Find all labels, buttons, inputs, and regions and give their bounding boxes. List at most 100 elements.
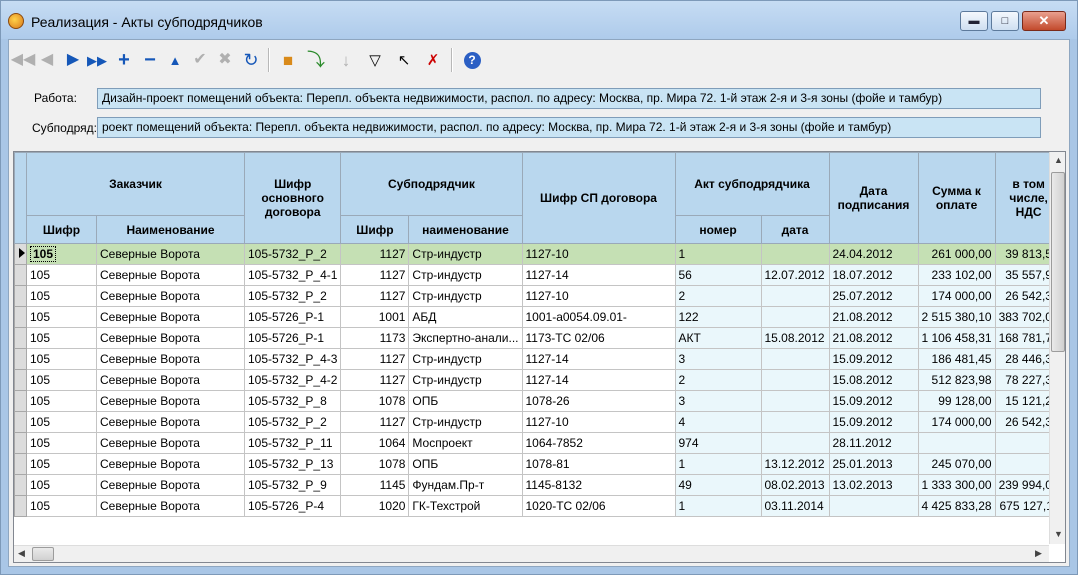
cell-akt-data[interactable]: 15.08.2012 — [760, 327, 830, 349]
cell-summa[interactable]: 1 106 458,31 — [917, 327, 996, 349]
cell-sub-name[interactable]: Стр-индустр — [408, 369, 523, 391]
cell-zak-name[interactable]: Северные Ворота — [96, 474, 245, 496]
cell-zak-name[interactable]: Северные Ворота — [96, 453, 245, 475]
table-row[interactable]: 105 Северные Ворота 105-5732_Р_2 1127 Стр-ин… — [14, 243, 1063, 265]
row-indicator[interactable] — [14, 327, 27, 349]
cell-sub-shifr[interactable]: 1127 — [340, 411, 410, 433]
row-indicator[interactable] — [14, 453, 27, 475]
cell-shifr-sp[interactable]: 1127-14 — [521, 348, 676, 370]
cell-sub-shifr[interactable]: 1127 — [340, 285, 410, 307]
cell-sub-name[interactable]: Стр-индустр — [408, 411, 523, 433]
cell-zak-shifr[interactable]: 105 — [26, 390, 97, 412]
cell-shifr-sp[interactable]: 1078-26 — [521, 390, 676, 412]
cell-akt-data[interactable] — [760, 432, 830, 454]
cell-data-podp[interactable]: 25.01.2013 — [828, 453, 919, 475]
cell-sub-name[interactable]: ОПБ — [408, 390, 523, 412]
cell-zak-shifr[interactable]: 105 — [26, 432, 97, 454]
cell-sub-shifr[interactable]: 1127 — [340, 243, 410, 265]
cell-zak-name[interactable]: Северные Ворота — [96, 285, 245, 307]
last-record-icon[interactable]: ▶▶ — [86, 49, 108, 71]
scroll-down-icon[interactable]: ▼ — [1054, 529, 1063, 539]
cell-data-podp[interactable] — [828, 495, 919, 517]
cell-shifr-sp[interactable]: 1001-а0054.09.01- — [521, 306, 676, 328]
table-row[interactable]: 105 Северные Ворота 105-5732_Р_2 1127 Стр-ин… — [14, 285, 1063, 307]
cell-shifr-sp[interactable]: 1145-8132 — [521, 474, 676, 496]
cell-akt-data[interactable]: 12.07.2012 — [760, 264, 830, 286]
clear-filter-icon[interactable]: ✗ — [422, 49, 444, 71]
delete-icon[interactable]: − — [139, 49, 161, 71]
cell-zak-shifr[interactable]: 105 — [26, 306, 97, 328]
maximize-button[interactable]: □ — [991, 11, 1019, 31]
cell-shifr-osn[interactable]: 105-5732_Р_9 — [243, 474, 342, 496]
cell-zak-shifr[interactable]: 105 — [26, 327, 97, 349]
cell-shifr-osn[interactable]: 105-5732_Р_11 — [243, 432, 342, 454]
cell-shifr-osn[interactable]: 105-5732_Р_4-1 — [243, 264, 342, 286]
export-icon[interactable]: ⤵ — [305, 49, 327, 71]
cell-summa[interactable]: 4 425 833,28 — [917, 495, 996, 517]
cell-akt-data[interactable] — [760, 306, 830, 328]
cell-shifr-osn[interactable]: 105-5726_Р-1 — [243, 327, 342, 349]
horizontal-scrollbar[interactable]: ◀ ▶ — [14, 545, 1049, 562]
cell-sub-name[interactable]: Экспертно-анали... — [408, 327, 523, 349]
scroll-left-icon[interactable]: ◀ — [18, 548, 25, 559]
header-akt-nomer[interactable]: номер — [674, 215, 762, 244]
cell-akt-nomer[interactable]: 3 — [674, 348, 762, 370]
edit-icon[interactable]: ▲ — [164, 49, 186, 71]
header-sub-shifr[interactable]: Шифр — [340, 215, 410, 244]
cell-akt-nomer[interactable]: 1 — [674, 495, 762, 517]
cell-akt-nomer[interactable]: 2 — [674, 369, 762, 391]
cell-akt-data[interactable] — [760, 285, 830, 307]
cell-zak-name[interactable]: Северные Ворота — [96, 264, 245, 286]
cell-zak-shifr[interactable]: 105 — [26, 243, 97, 265]
cell-akt-nomer[interactable]: 56 — [674, 264, 762, 286]
cell-akt-nomer[interactable]: 49 — [674, 474, 762, 496]
minimize-button[interactable]: ▬ — [960, 11, 988, 31]
rabota-field[interactable]: Дизайн-проект помещений объекта: Перепл.… — [97, 88, 1041, 109]
cell-summa[interactable]: 174 000,00 — [917, 285, 996, 307]
cell-sub-shifr[interactable]: 1127 — [340, 369, 410, 391]
header-data-podp[interactable]: Дата подписания — [828, 152, 919, 244]
sort-icon[interactable]: ↓ — [335, 49, 357, 71]
cell-akt-data[interactable]: 08.02.2013 — [760, 474, 830, 496]
cell-sub-shifr[interactable]: 1078 — [340, 453, 410, 475]
cell-data-podp[interactable]: 13.02.2013 — [828, 474, 919, 496]
cell-summa[interactable]: 512 823,98 — [917, 369, 996, 391]
vertical-scrollbar[interactable]: ▲ ▼ — [1049, 152, 1065, 544]
cell-shifr-sp[interactable]: 1127-14 — [521, 264, 676, 286]
cell-zak-shifr[interactable]: 105 — [26, 285, 97, 307]
cell-zak-name[interactable]: Северные Ворота — [96, 243, 245, 265]
table-row[interactable]: 105 Северные Ворота 105-5732_Р_4-1 1127 Стр-… — [14, 264, 1063, 286]
cell-sub-shifr[interactable]: 1127 — [340, 348, 410, 370]
cell-summa[interactable] — [917, 432, 996, 454]
cell-akt-nomer[interactable]: 4 — [674, 411, 762, 433]
cancel-icon[interactable]: ✖ — [214, 49, 236, 71]
next-record-icon[interactable]: ▶ — [62, 49, 84, 71]
cell-data-podp[interactable]: 15.08.2012 — [828, 369, 919, 391]
cell-data-podp[interactable]: 15.09.2012 — [828, 390, 919, 412]
cell-data-podp[interactable]: 21.08.2012 — [828, 327, 919, 349]
cell-summa[interactable]: 174 000,00 — [917, 411, 996, 433]
cell-summa[interactable]: 186 481,45 — [917, 348, 996, 370]
cell-akt-data[interactable]: 13.12.2012 — [760, 453, 830, 475]
cell-zak-name[interactable]: Северные Ворота — [96, 306, 245, 328]
cell-akt-nomer[interactable]: 3 — [674, 390, 762, 412]
header-zakazchik[interactable]: Заказчик — [26, 152, 245, 216]
cell-sub-name[interactable]: Стр-индустр — [408, 285, 523, 307]
cell-zak-shifr[interactable]: 105 — [26, 411, 97, 433]
cell-shifr-osn[interactable]: 105-5732_Р_13 — [243, 453, 342, 475]
cell-shifr-sp[interactable]: 1127-10 — [521, 411, 676, 433]
cell-zak-shifr[interactable]: 105 — [26, 264, 97, 286]
cell-shifr-osn[interactable]: 105-5732_Р_4-2 — [243, 369, 342, 391]
header-zak-name[interactable]: Наименование — [96, 215, 245, 244]
first-record-icon[interactable]: ◀◀ — [11, 49, 36, 71]
row-indicator[interactable] — [14, 432, 27, 454]
cell-sub-shifr[interactable]: 1173 — [340, 327, 410, 349]
table-row[interactable]: 105 Северные Ворота 105-5732_Р_2 1127 Стр-ин… — [14, 411, 1063, 433]
cell-shifr-sp[interactable]: 1127-14 — [521, 369, 676, 391]
cell-zak-shifr[interactable]: 105 — [26, 453, 97, 475]
cell-summa[interactable]: 99 128,00 — [917, 390, 996, 412]
cell-zak-shifr[interactable]: 105 — [26, 495, 97, 517]
cell-akt-nomer[interactable]: 1 — [674, 243, 762, 265]
cell-shifr-osn[interactable]: 105-5732_Р_2 — [243, 243, 342, 265]
cell-akt-data[interactable] — [760, 411, 830, 433]
